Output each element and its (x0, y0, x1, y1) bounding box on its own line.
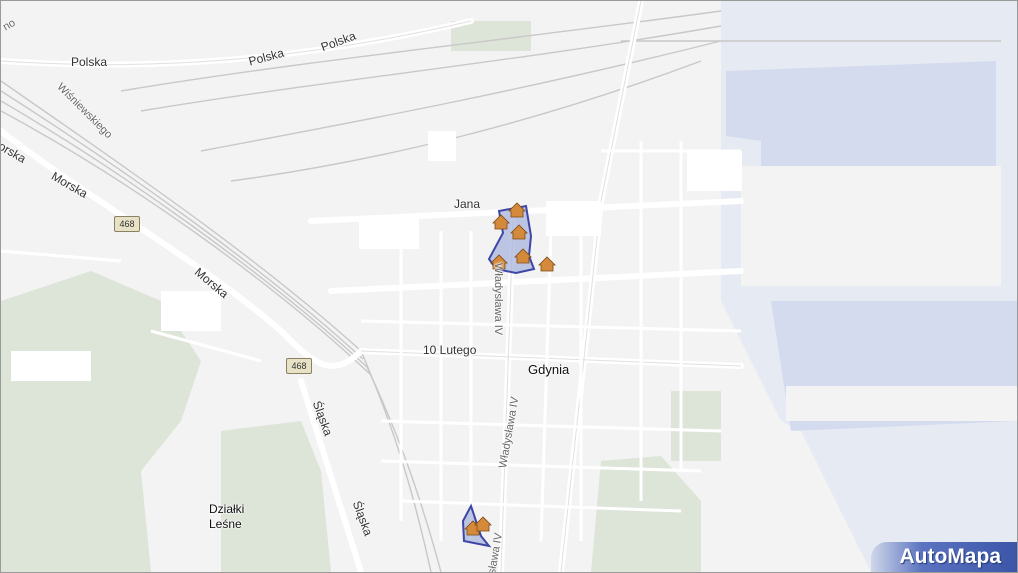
green-area (221, 421, 331, 572)
pier (741, 166, 1001, 286)
house-icon (508, 202, 526, 218)
green-area (591, 456, 701, 572)
map-canvas[interactable] (1, 1, 1017, 572)
road-shield-468: 468 (286, 358, 312, 374)
street-label-polska: Polska (71, 55, 108, 69)
city-label-gdynia: Gdynia (528, 362, 570, 377)
street-label-jana: Jana (454, 197, 481, 211)
street-label-wladyslawa: Władysława IV (492, 263, 504, 336)
map-view[interactable]: Polska Polska Polska Wiśniewskiego no or… (0, 0, 1018, 573)
house-icon (474, 516, 492, 532)
house-icon (538, 256, 556, 272)
pier (786, 386, 1017, 421)
road-shield-468: 468 (114, 216, 140, 232)
street-label-10-lutego: 10 Lutego (423, 343, 477, 357)
automapa-logo: AutoMapa (871, 542, 1017, 572)
place-label-dzialki-lesne: Działki Leśne (209, 502, 245, 531)
green-area (671, 391, 721, 461)
